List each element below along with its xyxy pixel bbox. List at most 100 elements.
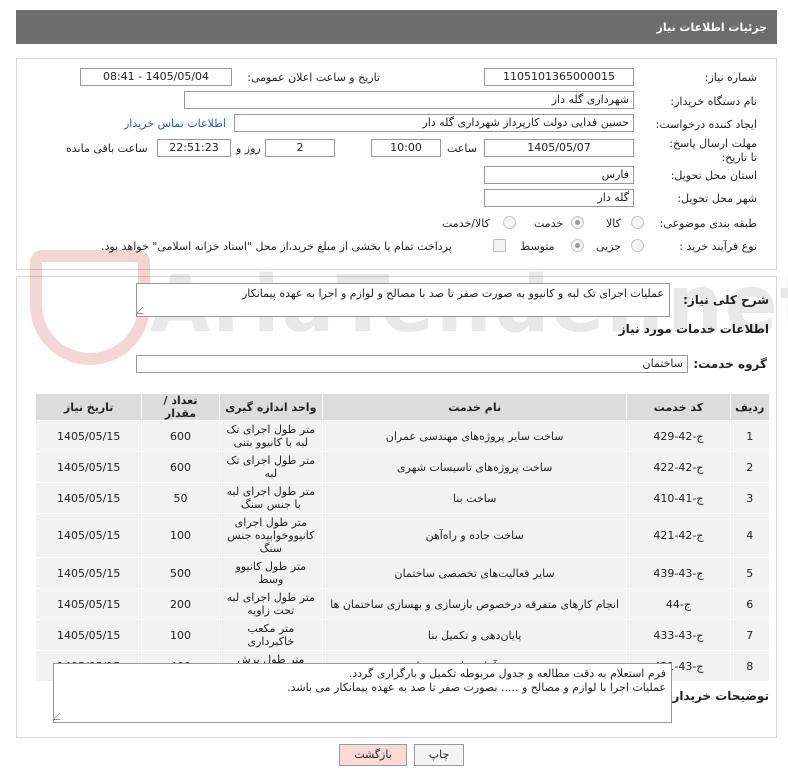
remaining-time-label: ساعت باقی مانده	[66, 142, 148, 155]
service-group-field[interactable]: ساختمان	[136, 355, 688, 373]
category-goods-radio[interactable]	[631, 216, 644, 229]
province-field[interactable]: فارس	[484, 166, 634, 184]
service-name: ساخت بنا	[321, 482, 628, 514]
row-number: 3	[729, 482, 771, 514]
quantity: 500	[141, 557, 220, 589]
row-number: 2	[729, 451, 771, 483]
need-date: 1405/05/15	[34, 451, 143, 483]
table-row: 7 ج-43-433 پایان‌دهی و تکمیل بنا متر مکع…	[34, 619, 771, 651]
row-number: 4	[729, 513, 771, 558]
service-name: ساخت سایر پروژه‌های مهندسی عمران	[321, 420, 628, 452]
print-button[interactable]: چاپ	[414, 744, 464, 766]
buyer-notes-line-2: عملیات اجرا با لوازم و مصالح و ..... بصو…	[287, 681, 666, 694]
service-name: پایان‌دهی و تکمیل بنا	[321, 619, 628, 651]
row-number: 7	[729, 619, 771, 651]
need-date: 1405/05/15	[34, 513, 143, 558]
back-button[interactable]: بازگشت	[339, 744, 407, 766]
unit: متر طول اجرای تک لبه	[218, 451, 323, 483]
creator-field[interactable]: حسین فدایی دولت کارپرداز شهرداری گله دار	[234, 114, 634, 132]
col-service-name: نام خدمت	[321, 393, 628, 421]
deadline-date-field[interactable]: 1405/05/07	[484, 139, 634, 157]
buyer-org-field[interactable]: شهرداری گله دار	[184, 91, 634, 109]
service-code: ج-41-410	[626, 482, 731, 514]
row-number: 6	[729, 588, 771, 620]
resize-grip-icon	[135, 307, 150, 314]
description-label: شرح کلی نیاز:	[683, 293, 769, 307]
need-number-field[interactable]: 1105101365000015	[484, 68, 634, 86]
table-row: 6 ج-44 انجام کارهای متفرقه درخصوص بازساز…	[34, 588, 771, 620]
category-goods-service-label: کالا/خدمت	[442, 217, 490, 230]
city-field[interactable]: گله دار	[484, 189, 634, 207]
service-group-label: گروه خدمت:	[693, 357, 767, 371]
row-number: 1	[729, 420, 771, 452]
category-service-label: خدمت	[534, 217, 564, 230]
remaining-time-field[interactable]: 22:51:23	[157, 139, 231, 157]
need-date: 1405/05/15	[34, 619, 143, 651]
buyer-notes-textarea[interactable]: فرم استعلام به دقت مطالعه و جدول مربوطه …	[52, 663, 672, 723]
table-row: 1 ج-42-429 ساخت سایر پروژه‌های مهندسی عم…	[34, 420, 771, 452]
buyer-notes-line-1: فرم استعلام به دقت مطالعه و جدول مربوطه …	[348, 667, 666, 680]
quantity: 100	[141, 513, 220, 558]
city-label: شهر محل تحویل:	[677, 192, 757, 205]
service-name: ساخت پروژه‌های تاسیسات شهری	[321, 451, 628, 483]
process-medium-radio[interactable]	[571, 239, 584, 252]
col-quantity: تعداد / مقدار	[141, 393, 220, 421]
deadline-label: مهلت ارسال پاسخ: تا تاریخ:	[669, 137, 757, 164]
description-textarea[interactable]: عملیات اجرای تک لبه و کانیوو به صورت صفر…	[135, 283, 670, 317]
need-date: 1405/05/15	[34, 420, 143, 452]
services-table: ردیف کد خدمت نام خدمت واحد اندازه گیری ت…	[34, 393, 771, 682]
unit: متر طول اجرای کانیووخوابیده جنس سنگ	[218, 513, 323, 558]
table-header-row: ردیف کد خدمت نام خدمت واحد اندازه گیری ت…	[34, 393, 771, 421]
page-header: جزئیات اطلاعات نیاز	[16, 10, 777, 44]
service-code: ج-44	[626, 588, 731, 620]
service-code: ج-42-421	[626, 513, 731, 558]
deadline-time-label: ساعت	[447, 142, 477, 155]
treasury-payment-checkbox[interactable]	[493, 239, 506, 252]
quantity: 600	[141, 420, 220, 452]
process-minor-radio[interactable]	[631, 239, 644, 252]
description-text: عملیات اجرای تک لبه و کانیوو به صورت صفر…	[241, 287, 664, 300]
category-goods-service-radio[interactable]	[503, 216, 516, 229]
col-row-number: ردیف	[729, 393, 771, 421]
table-row: 3 ج-41-410 ساخت بنا متر طول اجرای لبه با…	[34, 482, 771, 514]
col-need-date: تاریخ نیاز	[34, 393, 143, 421]
table-row: 2 ج-42-422 ساخت پروژه‌های تاسیسات شهری م…	[34, 451, 771, 483]
creator-label: ایجاد کننده درخواست:	[655, 118, 757, 131]
process-minor-label: جزیی	[596, 240, 622, 253]
service-code: ج-42-429	[626, 420, 731, 452]
row-number: 5	[729, 557, 771, 589]
quantity: 600	[141, 451, 220, 483]
unit: متر طول اجرای تک لبه با کانیوو بتنی	[218, 420, 323, 452]
col-unit: واحد اندازه گیری	[218, 393, 323, 421]
announce-datetime-label: تاریخ و ساعت اعلان عمومی:	[247, 71, 380, 84]
deadline-time-field[interactable]: 10:00	[371, 139, 441, 157]
service-code: ج-43-433	[626, 619, 731, 651]
buyer-notes-label: توضیحات خریدار:	[667, 689, 769, 703]
process-medium-label: متوسط	[520, 240, 555, 253]
province-label: استان محل تحویل:	[670, 169, 757, 182]
need-date: 1405/05/15	[34, 557, 143, 589]
service-name: انجام کارهای متفرقه درخصوص بازسازی و بهس…	[321, 588, 628, 620]
category-goods-label: کالا	[606, 217, 621, 230]
category-service-radio[interactable]	[571, 216, 584, 229]
buyer-contact-link[interactable]: اطلاعات تماس خریدار	[124, 117, 226, 130]
treasury-payment-note: پرداخت تمام یا بخشی از مبلغ خرید،از محل …	[101, 240, 452, 253]
quantity: 50	[141, 482, 220, 514]
need-date: 1405/05/15	[34, 588, 143, 620]
quantity: 100	[141, 619, 220, 651]
unit: متر مکعب خاکبرداری	[218, 619, 323, 651]
announce-datetime-field[interactable]: 1405/05/04 - 08:41	[80, 68, 232, 86]
quantity: 200	[141, 588, 220, 620]
deadline-days-label: روز و	[236, 142, 261, 155]
services-section-title: اطلاعات خدمات مورد نیاز	[618, 322, 769, 336]
service-name: سایر فعالیت‌های تخصصی ساختمان	[321, 557, 628, 589]
need-number-label: شماره نیاز:	[704, 71, 757, 84]
buyer-org-label: نام دستگاه خریدار:	[670, 95, 757, 108]
deadline-days-field[interactable]: 2	[265, 139, 335, 157]
unit: متر طول اجرای لبه تحت زاویه	[218, 588, 323, 620]
table-row: 5 ج-43-439 سایر فعالیت‌های تخصصی ساختمان…	[34, 557, 771, 589]
need-date: 1405/05/15	[34, 482, 143, 514]
process-type-label: نوع فرآیند خرید :	[679, 240, 757, 253]
unit: متر طول کانیوو وسط	[218, 557, 323, 589]
page-title: جزئیات اطلاعات نیاز	[656, 21, 768, 34]
